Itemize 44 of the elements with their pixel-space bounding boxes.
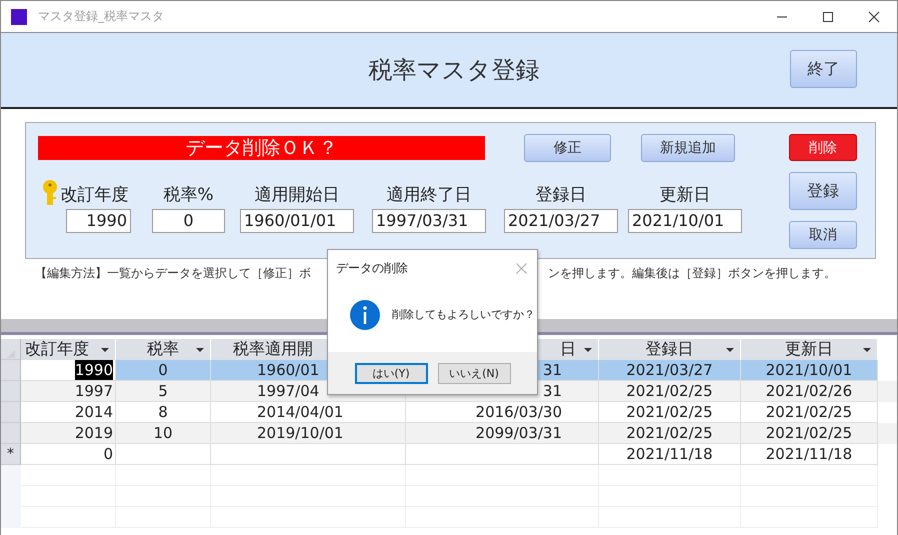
table-cell: 2021/10/01 — [741, 360, 878, 381]
dialog-message: 削除してもよろしいですか？ — [392, 307, 535, 322]
action-button[interactable]: 新規追加 — [641, 134, 735, 162]
column-header[interactable]: 登録日 — [599, 339, 741, 360]
window-title: マスタ登録_税率マスタ — [38, 8, 164, 25]
maximize-icon[interactable] — [822, 10, 834, 22]
info-icon — [350, 300, 380, 330]
dropdown-icon[interactable] — [196, 348, 204, 353]
input-field[interactable]: 1990 — [66, 209, 131, 233]
field-label: 適用開始日 — [254, 184, 340, 206]
action-button[interactable]: 取消 — [789, 221, 857, 249]
field-label: 登録日 — [536, 184, 586, 206]
dropdown-icon[interactable] — [863, 348, 871, 353]
input-field[interactable]: 2021/03/27 — [504, 209, 618, 233]
action-button[interactable]: 削除 — [789, 134, 857, 161]
field-label: 更新日 — [660, 184, 710, 206]
dropdown-icon[interactable] — [584, 348, 592, 353]
dialog-button[interactable]: いいえ(N) — [438, 362, 510, 384]
form-title: 税率マスタ登録 — [368, 55, 540, 86]
field-label: 改訂年度 — [60, 184, 128, 206]
input-field[interactable]: 1997/03/31 — [372, 209, 486, 233]
dialog-button[interactable]: はい(Y) — [354, 362, 428, 384]
input-field[interactable]: 1960/01/01 — [240, 209, 354, 233]
field-label: 適用終了日 — [386, 184, 472, 206]
table-cell: 0 — [116, 360, 211, 381]
instruction-text: ンを押します。編集後は［登録］ボタンを押します。 — [548, 265, 836, 282]
status-banner: データ削除ＯＫ？ — [38, 136, 485, 160]
exit-button[interactable]: 終了 — [790, 50, 857, 88]
column-header[interactable]: 改訂年度 — [21, 339, 116, 360]
instruction-text: 【編集方法】一覧からデータを選択して［修正］ボ — [35, 265, 311, 282]
action-button[interactable]: 登録 — [789, 172, 857, 210]
column-header[interactable]: 更新日 — [741, 339, 878, 360]
column-header[interactable]: 税率 — [116, 339, 211, 360]
table-cell: 2021/03/27 — [599, 360, 741, 381]
action-button[interactable]: 修正 — [524, 134, 611, 162]
input-field[interactable]: 0 — [152, 209, 225, 233]
dialog-title: データの削除 — [336, 260, 408, 277]
close-icon[interactable] — [868, 10, 880, 22]
record-selector[interactable]: * — [1, 444, 21, 465]
input-field[interactable]: 2021/10/01 — [628, 209, 742, 233]
app-icon — [11, 8, 27, 24]
dropdown-icon[interactable] — [101, 348, 109, 353]
dropdown-icon[interactable] — [726, 348, 734, 353]
field-label: 税率% — [163, 184, 214, 206]
